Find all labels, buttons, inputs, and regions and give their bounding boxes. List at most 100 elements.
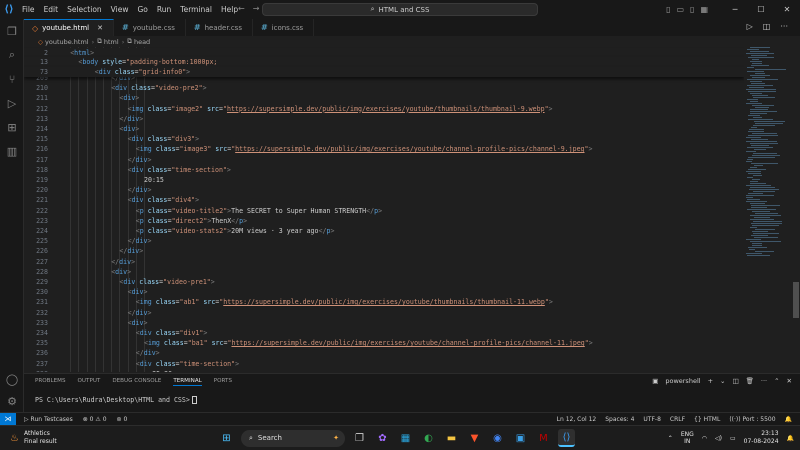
maximize-panel-icon[interactable]: ⌃ [774, 377, 779, 385]
code-line[interactable]: 221 <div class="div4"> [24, 195, 744, 205]
code-line[interactable]: 214 <div> [24, 124, 744, 134]
url-link[interactable]: https://supersimple.dev/public/img/exerc… [231, 339, 584, 347]
code-line[interactable]: 228 <div> [24, 267, 744, 277]
run-debug-icon[interactable]: ▷ [0, 91, 24, 115]
split-terminal-icon[interactable]: ◫ [732, 377, 738, 385]
run-icon[interactable]: ▷ [747, 22, 753, 31]
url-link[interactable]: https://supersimple.dev/public/img/exerc… [227, 105, 545, 113]
vscode-taskbar-icon[interactable]: ⟨⟩ [558, 429, 575, 447]
tab-youtube-html[interactable]: ◇ youtube.html ✕ [24, 19, 114, 36]
mcafee-icon[interactable]: M [535, 429, 552, 447]
chevron-down-icon[interactable]: ⌄ [720, 377, 725, 385]
battery-icon[interactable]: ▭ [730, 435, 736, 442]
task-view-icon[interactable]: ❐ [351, 429, 368, 447]
tab-output[interactable]: OUTPUT [78, 378, 101, 386]
code-line[interactable]: 235 <img class="ba1" src="https://supersi… [24, 338, 744, 348]
file-explorer-icon[interactable]: ▬ [443, 429, 460, 447]
menu-help[interactable]: Help [221, 5, 238, 14]
code-line[interactable]: 229 <div class="video-pre1"> [24, 277, 744, 287]
copilot-icon[interactable]: ✿ [374, 429, 391, 447]
kill-terminal-icon[interactable]: 🗑 [746, 377, 754, 385]
store-icon[interactable]: ▣ [512, 429, 529, 447]
encoding[interactable]: UTF-8 [643, 416, 661, 423]
close-tab-icon[interactable]: ✕ [97, 24, 103, 32]
url-link[interactable]: https://supersimple.dev/public/img/exerc… [223, 298, 545, 306]
code-line[interactable]: 233 <div> [24, 318, 744, 328]
remote-indicator-icon[interactable]: ⋊ [0, 412, 16, 426]
more-actions-icon[interactable]: ··· [761, 377, 767, 385]
code-line[interactable]: 212 <img class="image2" src="https://supe… [24, 104, 744, 114]
notifications-bell-icon[interactable]: 🔔 [785, 416, 792, 423]
menu-go[interactable]: Go [137, 5, 147, 14]
menu-file[interactable]: File [22, 5, 35, 14]
toggle-secondary-sidebar-icon[interactable]: ▯ [690, 5, 694, 14]
code-line[interactable]: 230 <div> [24, 287, 744, 297]
tab-ports[interactable]: PORTS [214, 378, 232, 386]
notifications-icon[interactable]: 🔔 [787, 435, 794, 442]
code-editor[interactable]: 2 <html> 13 <body style="padding-bottom:100… [24, 47, 744, 372]
run-testcases-button[interactable]: ▷ Run Testcases [24, 416, 73, 423]
chrome-icon[interactable]: ◉ [489, 429, 506, 447]
minimap[interactable] [744, 47, 792, 372]
explorer-icon[interactable]: ❐ [0, 19, 24, 43]
extensions-icon[interactable]: ⊞ [0, 115, 24, 139]
toggle-panel-icon[interactable]: ▭ [676, 5, 684, 14]
code-line[interactable]: 219 20:15 [24, 175, 744, 185]
language-indicator[interactable]: ENG IN [681, 431, 694, 445]
url-link[interactable]: https://supersimple.dev/public/img/exerc… [235, 145, 584, 153]
brave-icon[interactable]: ▼ [466, 429, 483, 447]
code-line[interactable]: 227 </div> [24, 257, 744, 267]
code-line[interactable]: 237 <div class="time-section"> [24, 359, 744, 369]
menu-terminal[interactable]: Terminal [180, 5, 212, 14]
menu-edit[interactable]: Edit [44, 5, 59, 14]
edge-icon[interactable]: ◐ [420, 429, 437, 447]
customize-layout-icon[interactable]: ▦ [700, 5, 708, 14]
chevron-up-icon[interactable]: ⌃ [668, 435, 673, 442]
tab-debug-console[interactable]: DEBUG CONSOLE [112, 378, 161, 386]
forward-arrow-icon[interactable]: → [253, 4, 260, 13]
wifi-icon[interactable]: ◠ [702, 435, 707, 442]
code-line[interactable]: 223 <p class="direct2">ThenX</p> [24, 216, 744, 226]
terminal-prompt[interactable]: PS C:\Users\Rudra\Desktop\HTML and CSS> [35, 396, 197, 404]
manage-gear-icon[interactable]: ⚙ [0, 389, 24, 413]
taskbar-search[interactable]: ⌕ Search ✦ [241, 429, 345, 447]
code-line[interactable]: 236 </div> [24, 348, 744, 358]
code-line[interactable]: 220 </div> [24, 185, 744, 195]
toggle-sidebar-icon[interactable]: ▯ [666, 5, 670, 14]
code-line[interactable]: 213 </div> [24, 114, 744, 124]
line-ending[interactable]: CRLF [670, 416, 685, 423]
split-editor-icon[interactable]: ◫ [763, 22, 771, 31]
close-window-button[interactable]: ✕ [774, 0, 800, 19]
tab-icons-css[interactable]: # icons.css [253, 19, 315, 36]
indentation[interactable]: Spaces: 4 [605, 416, 634, 423]
volume-icon[interactable]: ◁) [715, 435, 722, 442]
windows-start-icon[interactable]: ⊞ [218, 429, 235, 447]
tab-terminal[interactable]: TERMINAL [173, 378, 202, 386]
more-actions-icon[interactable]: ··· [780, 22, 788, 31]
ports-status[interactable]: ⊚ 0 [117, 416, 128, 423]
language-mode[interactable]: {} HTML [694, 416, 720, 423]
code-line[interactable]: 231 <img class="ab1" src="https://supersi… [24, 297, 744, 307]
tab-header-css[interactable]: # header.css [186, 19, 253, 36]
code-line[interactable]: 238 25:30 [24, 369, 744, 372]
code-line[interactable]: 232 </div> [24, 308, 744, 318]
tab-youtube-css[interactable]: # youtube.css [114, 19, 186, 36]
tab-problems[interactable]: PROBLEMS [35, 378, 66, 386]
cursor-position[interactable]: Ln 12, Col 12 [557, 416, 597, 423]
maximize-button[interactable]: ☐ [748, 0, 774, 19]
command-center-search[interactable]: ⌕ HTML and CSS [262, 3, 538, 16]
shell-name[interactable]: powershell [665, 377, 700, 385]
account-icon[interactable]: ◯ [0, 367, 24, 391]
code-line[interactable]: 234 <div class="div1"> [24, 328, 744, 338]
code-line[interactable]: 224 <p class="video-stats2">20M views · 3… [24, 226, 744, 236]
live-server-port[interactable]: ((·)) Port : 5500 [729, 416, 775, 423]
code-line[interactable]: 218 <div class="time-section"> [24, 165, 744, 175]
code-line[interactable]: 217 </div> [24, 155, 744, 165]
back-arrow-icon[interactable]: ← [238, 4, 245, 13]
code-line[interactable]: 210 <div class="video-pre2"> [24, 83, 744, 93]
weather-widget[interactable]: ♨ Athletics Final result [10, 430, 57, 446]
code-line[interactable]: 225 </div> [24, 236, 744, 246]
widgets-icon[interactable]: ▦ [397, 429, 414, 447]
code-line[interactable]: 215 <div class="div3"> [24, 134, 744, 144]
menu-run[interactable]: Run [157, 5, 171, 14]
